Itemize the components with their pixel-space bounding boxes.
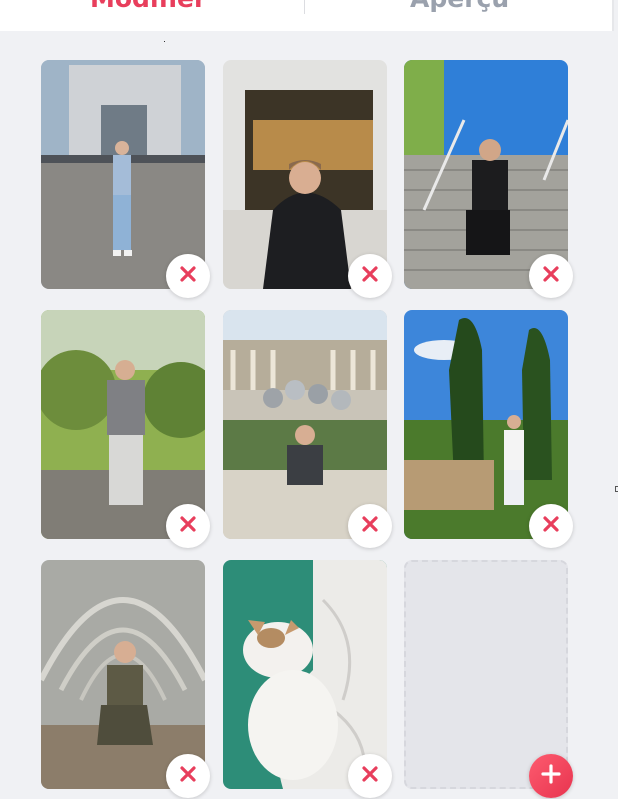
remove-photo-button[interactable] xyxy=(529,504,573,548)
remove-photo-button[interactable] xyxy=(529,254,573,298)
close-icon xyxy=(360,264,380,289)
photo-grid xyxy=(0,0,618,799)
plus-icon xyxy=(540,763,562,790)
remove-photo-button[interactable] xyxy=(348,504,392,548)
remove-photo-button[interactable] xyxy=(348,754,392,798)
close-icon xyxy=(360,764,380,789)
remove-photo-button[interactable] xyxy=(166,504,210,548)
close-icon xyxy=(360,514,380,539)
remove-photo-button[interactable] xyxy=(166,254,210,298)
remove-photo-button[interactable] xyxy=(166,754,210,798)
close-icon xyxy=(178,764,198,789)
close-icon xyxy=(178,264,198,289)
close-icon xyxy=(541,514,561,539)
close-icon xyxy=(178,514,198,539)
close-icon xyxy=(541,264,561,289)
remove-photo-button[interactable] xyxy=(348,254,392,298)
add-photo-button[interactable] xyxy=(529,754,573,798)
